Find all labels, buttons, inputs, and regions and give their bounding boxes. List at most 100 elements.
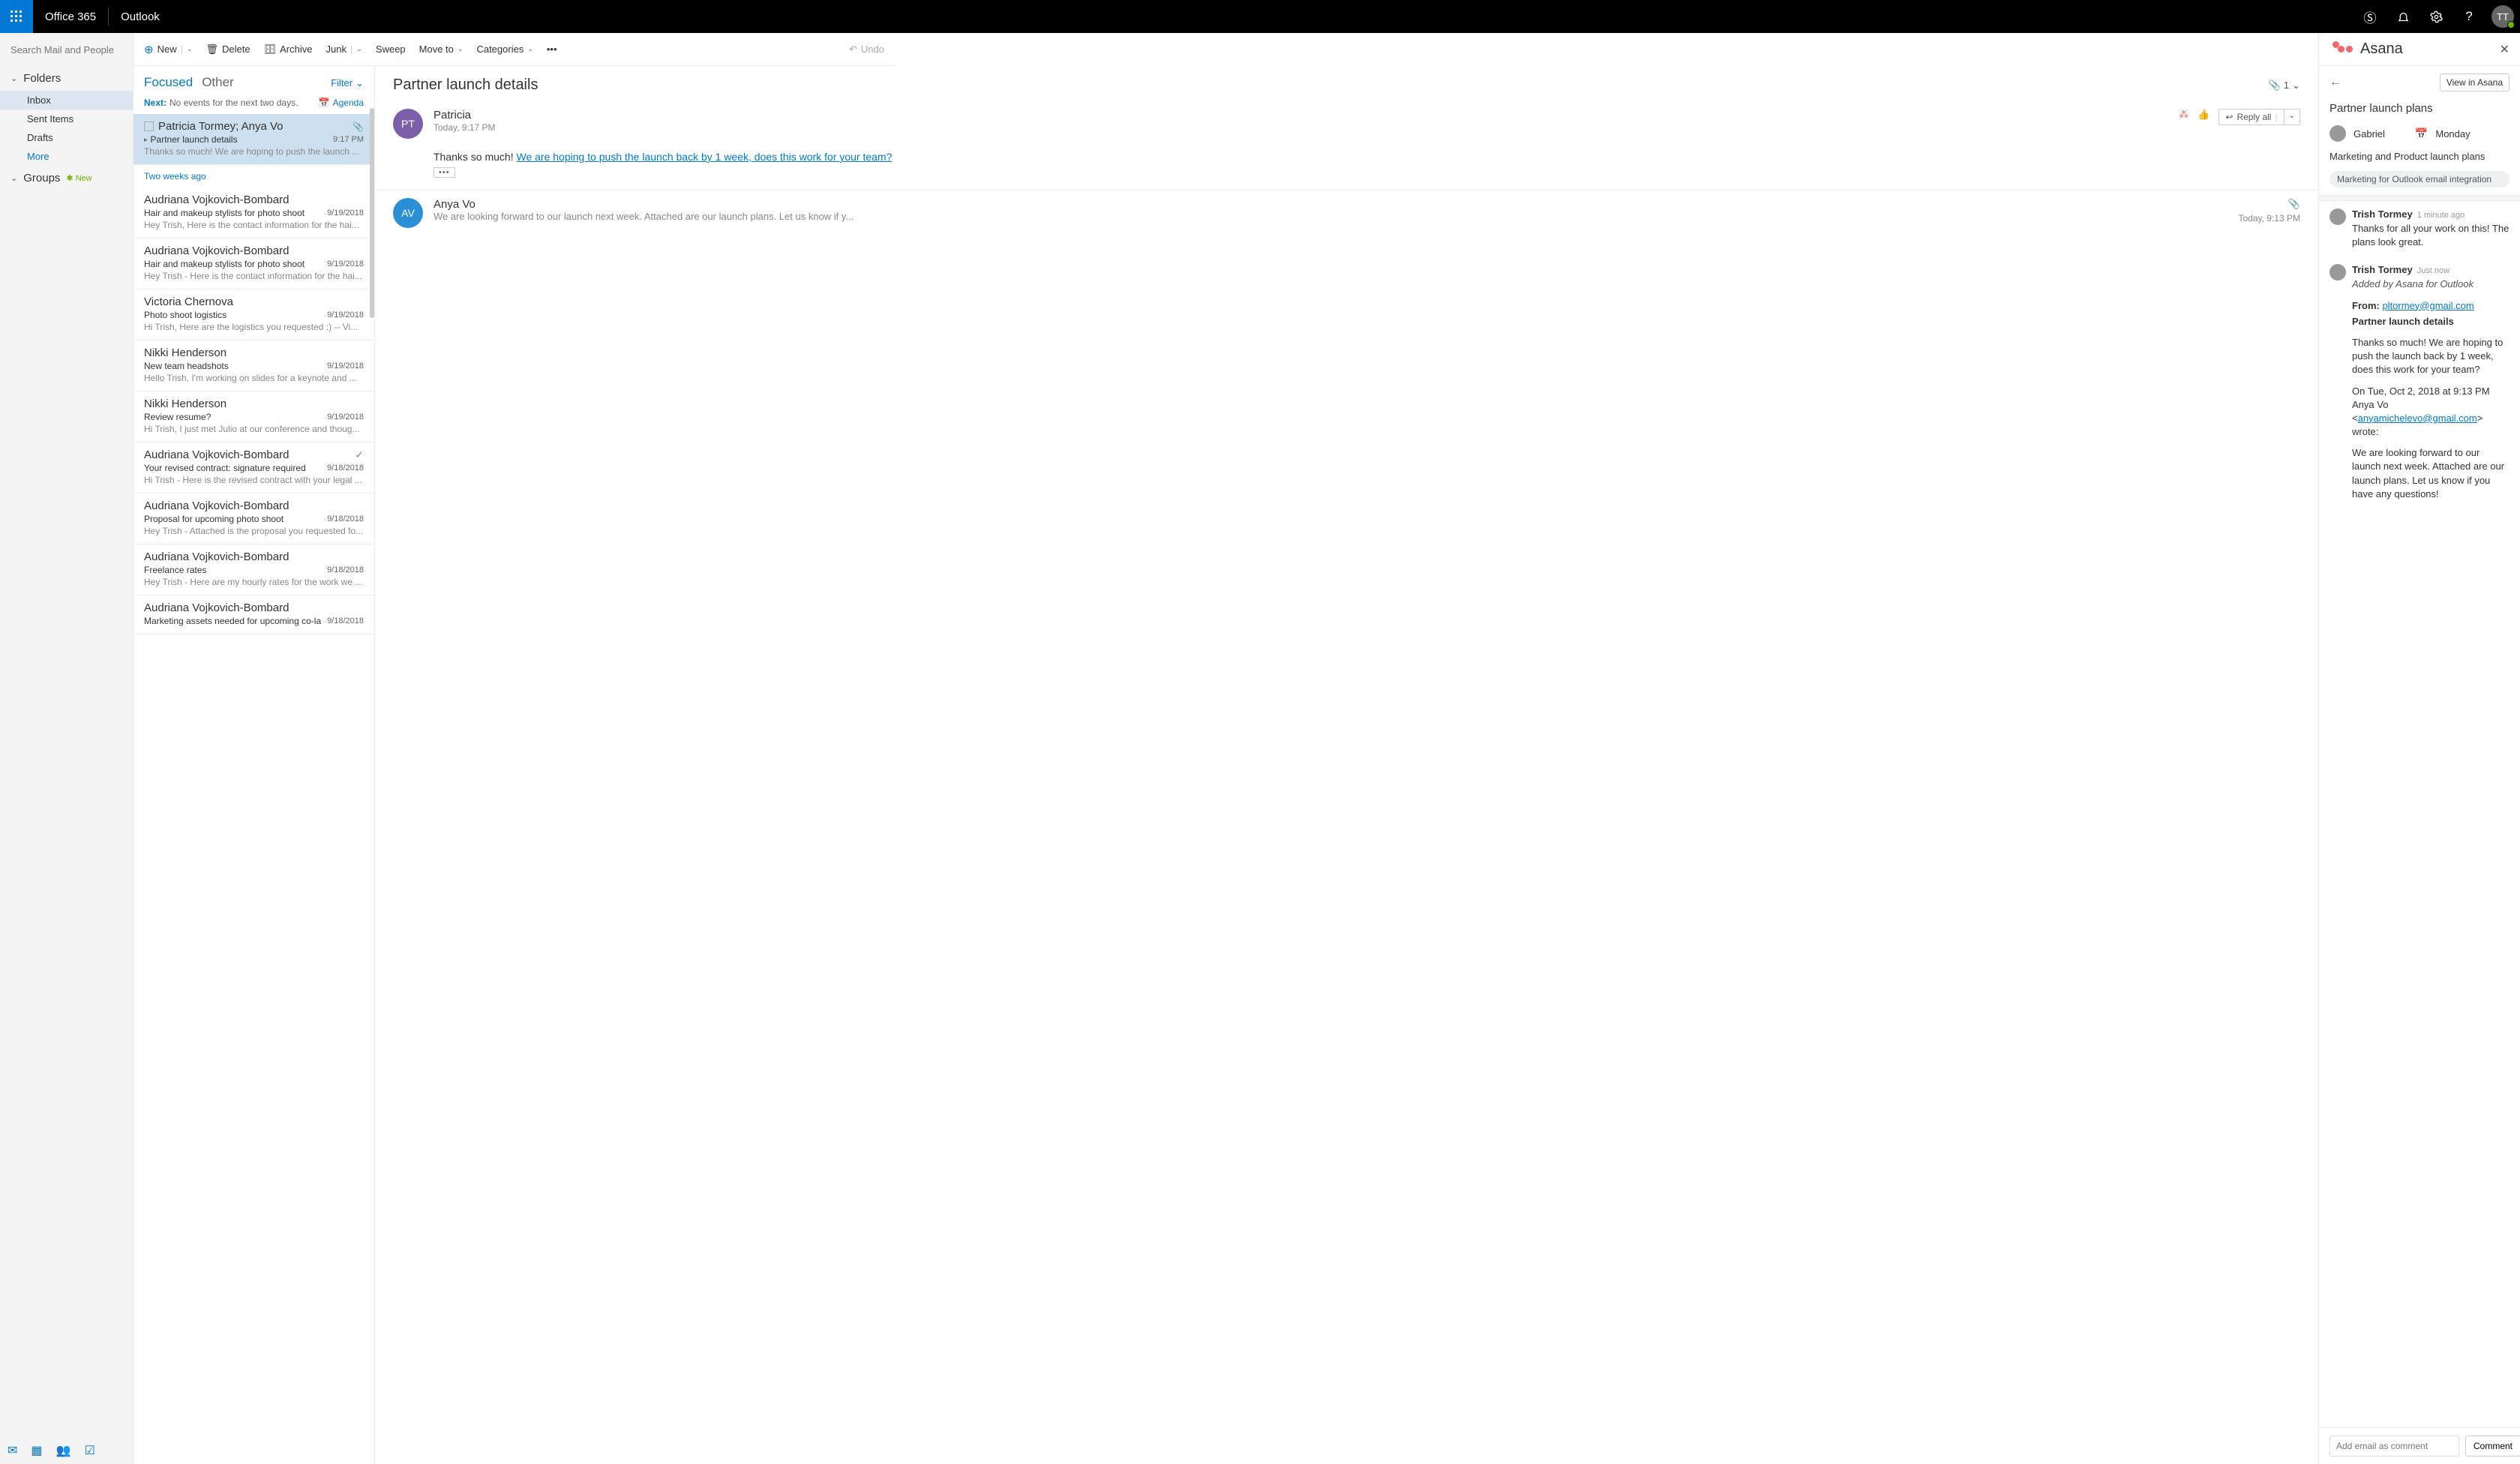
back-icon[interactable]: ← [2330,76,2342,89]
categories-button[interactable]: Categories ⌄ [476,44,532,55]
message-item[interactable]: Audriana Vojkovich-BombardFreelance rate… [134,544,374,596]
agenda-row: Next: No events for the next two days. 📅… [134,94,374,114]
task-tag[interactable]: Marketing for Outlook email integration [2330,171,2510,188]
thread-message-collapsed[interactable]: AV Anya Vo We are looking forward to our… [375,190,2318,236]
sender-name: Anya Vo [434,198,2228,211]
undo-button[interactable]: ↶ Undo [849,44,884,56]
message-item[interactable]: Victoria ChernovaPhoto shoot logistics9/… [134,290,374,340]
message-preview: Thanks so much! We are hoping to push th… [144,146,364,157]
notifications-icon[interactable] [2386,0,2420,33]
message-time: 9/19/2018 [327,208,364,218]
skype-icon[interactable]: Ⓢ [2354,0,2386,33]
sent-time: Today, 9:17 PM [434,122,2168,133]
comment-system-text: Added by Asana for Outlook [2352,278,2510,291]
agenda-button[interactable]: 📅 Agenda [319,98,364,108]
archive-button[interactable]: 🗄 Archive [264,44,313,56]
message-list-pane: ⊕ New |⌄ 🗑 Delete 🗄 Archive Junk |⌄ Swee… [134,33,375,1464]
tasks-icon[interactable]: ☑ [84,1443,94,1458]
scrollbar[interactable] [370,108,374,318]
expand-quote-button[interactable]: ••• [434,167,455,178]
due-date[interactable]: Monday [2435,128,2470,140]
groups-header[interactable]: ⌄ Groups ✱ New [0,166,133,190]
message-subject: Proposal for upcoming photo shoot [144,514,327,524]
asana-header: Asana ✕ [2319,33,2520,66]
message-preview: Hi Trish, Here are the logistics you req… [144,322,364,332]
nav-bottom-icons: ✉ ▦ 👥 ☑ [0,1437,133,1464]
checkbox[interactable] [144,122,154,131]
message-from: Audriana Vojkovich-Bombard [144,194,364,206]
message-subject: Review resume? [144,412,327,422]
sweep-button[interactable]: Sweep [376,44,406,55]
close-icon[interactable]: ✕ [2500,42,2510,57]
message-preview: Hey Trish - Here is the contact informat… [144,271,364,281]
more-button[interactable]: ••• [547,44,557,55]
comment-input[interactable] [2330,1436,2459,1456]
folders-header[interactable]: ⌄ Folders [0,66,133,91]
message-subject: Freelance rates [144,565,327,575]
reply-dropdown[interactable]: ⌄ [2284,109,2300,125]
nav-inbox[interactable]: Inbox [0,91,133,110]
asana-subheader: ← View in Asana [2319,66,2520,99]
nav-sent[interactable]: Sent Items [0,110,133,128]
comment-button[interactable]: Comment [2465,1436,2520,1456]
attachment-count[interactable]: 📎 1 ⌄ [2269,80,2300,92]
chevron-down-icon: ⌄ [10,74,17,83]
message-item[interactable]: Patricia Tormey; Anya Vo📎▸Partner launch… [134,114,374,165]
message-item[interactable]: Nikki HendersonNew team headshots9/19/20… [134,340,374,392]
view-in-asana-button[interactable]: View in Asana [2440,74,2510,92]
message-preview: Hi Trish - Here is the revised contract … [144,475,364,485]
app-label[interactable]: Outlook [109,10,172,23]
people-icon[interactable]: 👥 [56,1443,71,1458]
tab-focused[interactable]: Focused [144,75,193,90]
message-time: 9/19/2018 [327,362,364,370]
junk-button[interactable]: Junk |⌄ [326,44,362,55]
sender-name: Patricia [434,109,2168,122]
message-from: Audriana Vojkovich-Bombard [144,500,364,512]
message-item[interactable]: Audriana Vojkovich-Bombard✓Your revised … [134,442,374,494]
message-item[interactable]: Nikki HendersonReview resume?9/19/2018Hi… [134,392,374,442]
message-from: Nikki Henderson [144,398,364,410]
comment-item: Trish Tormey Just now Added by Asana for… [2319,256,2520,508]
reading-pane: Partner launch details 📎 1 ⌄ PT Patricia… [375,33,2319,1464]
message-item[interactable]: Audriana Vojkovich-BombardMarketing asse… [134,596,374,634]
comment-body-p2: On Tue, Oct 2, 2018 at 9:13 PM Anya Vo <… [2352,385,2510,440]
left-nav: ⌄ Folders Inbox Sent Items Drafts More ⌄… [0,33,134,1464]
delete-button[interactable]: 🗑 Delete [206,44,250,56]
trash-icon: 🗑 [206,44,219,56]
app-launcher-icon[interactable] [0,0,33,33]
nav-more[interactable]: More [0,147,133,166]
sent-time: Today, 9:13 PM [2239,213,2301,224]
moveto-button[interactable]: Move to ⌄ [419,44,464,55]
message-time: 9:17 PM [333,135,364,144]
user-avatar[interactable]: TT [2492,5,2514,28]
calendar-icon[interactable]: ▦ [31,1443,42,1458]
message-time: 9/18/2018 [327,464,364,472]
message-from: Nikki Henderson [144,346,364,359]
new-button[interactable]: ⊕ New |⌄ [144,43,193,56]
topbar: Office 365 Outlook Ⓢ ? TT [0,0,2520,33]
reading-subject: Partner launch details [393,76,2269,94]
message-subject: Your revised contract: signature require… [144,463,327,473]
thread-message-expanded[interactable]: PT Patricia Today, 9:17 PM ⁂ 👍 ↩ Reply a… [375,101,2318,146]
settings-icon[interactable] [2420,0,2452,33]
message-item[interactable]: Audriana Vojkovich-Bombard Proposal for u… [134,494,374,544]
message-item[interactable]: Audriana Vojkovich-BombardHair and makeu… [134,188,374,238]
like-icon[interactable]: 👍 [2198,109,2210,121]
assignee-avatar[interactable] [2330,125,2346,142]
brand-label[interactable]: Office 365 [33,10,108,23]
asana-icon[interactable]: ⁂ [2179,109,2188,121]
filter-button[interactable]: Filter ⌄ [331,77,364,89]
message-from: Audriana Vojkovich-Bombard [144,602,364,614]
help-icon[interactable]: ? [2452,0,2486,33]
reply-all-button[interactable]: ↩ Reply all | [2218,109,2284,125]
message-item[interactable]: Audriana Vojkovich-BombardHair and makeu… [134,238,374,290]
calendar-icon[interactable]: 📅 [2415,128,2428,140]
mail-icon[interactable]: ✉ [8,1443,17,1458]
action-toolbar: ⊕ New |⌄ 🗑 Delete 🗄 Archive Junk |⌄ Swee… [134,33,895,66]
body-link[interactable]: We are hoping to push the launch back by… [517,151,892,163]
nav-drafts[interactable]: Drafts [0,128,133,147]
search-input[interactable] [10,44,142,56]
tab-other[interactable]: Other [202,75,234,90]
assignee-name[interactable]: Gabriel [2354,128,2385,140]
message-subject: Photo shoot logistics [144,310,327,320]
